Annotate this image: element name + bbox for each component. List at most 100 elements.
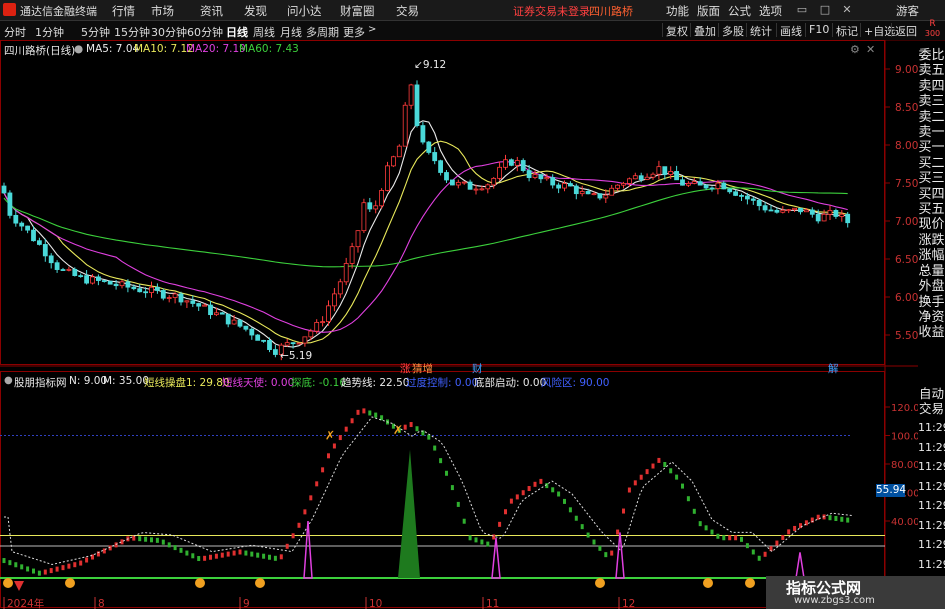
corner-label-300: 300 [924, 29, 941, 38]
event-tag-cai[interactable]: 财 [472, 361, 483, 376]
candle-body-77 [455, 181, 461, 186]
biaoji-button[interactable]: 标记 [832, 23, 858, 38]
close-panel-icon[interactable]: ✕ [866, 43, 875, 56]
candlesticks [1, 80, 851, 361]
period-monthly[interactable]: 月线 [280, 24, 302, 40]
minimize-icon[interactable]: ▭ [795, 3, 809, 16]
event-tag-zhang[interactable]: 涨 [400, 361, 411, 376]
tongji-button[interactable]: 统计 [746, 23, 772, 38]
orderbook-item-16[interactable]: 换手 [918, 295, 945, 310]
param-short-angel: 短线天使: 0.00 [222, 377, 295, 389]
orderbook-item-18[interactable]: 收益 [918, 325, 945, 340]
close-icon[interactable]: ✕ [840, 3, 854, 16]
menu-gongneng[interactable]: 功能 [666, 3, 689, 19]
orderbook-item-13[interactable]: 涨幅 [918, 248, 945, 263]
panel-dropdown-icon[interactable]: ● [74, 43, 83, 55]
menu-faxian[interactable]: 发现 [244, 3, 267, 19]
orderbook-item-6[interactable]: 买一 [918, 140, 945, 155]
indicator-bar-58 [344, 426, 348, 432]
buy-signal-1 [65, 578, 75, 588]
add-watchlist-button[interactable]: +自选 [860, 23, 895, 38]
period-more[interactable]: 更多 [343, 24, 365, 40]
orderbook-item-8[interactable]: 买三 [918, 171, 945, 186]
candle-body-128 [756, 200, 762, 207]
candle-body-119 [703, 184, 709, 189]
indicator-bar-77 [456, 501, 460, 507]
settings-gear-icon[interactable]: ⚙ [850, 43, 860, 56]
menu-banmian[interactable]: 版面 [697, 3, 720, 19]
indicator-dropdown-icon[interactable]: ● [4, 375, 13, 386]
period-15min[interactable]: 15分钟 [114, 24, 150, 40]
period-60min[interactable]: 60分钟 [187, 24, 223, 40]
kline-chart[interactable]: 9.008.508.007.507.006.506.005.50 ✗ ✗ 120.… [0, 40, 918, 609]
fuquan-button[interactable]: 复权 [662, 23, 688, 38]
duogu-button[interactable]: 多股 [718, 23, 744, 38]
f10-button[interactable]: F10 [805, 23, 829, 37]
candle-body-4 [25, 225, 31, 231]
candle-body-115 [680, 179, 685, 186]
candle-body-40 [237, 319, 243, 327]
orderbook-item-0[interactable]: 委比 [918, 48, 945, 63]
maximize-icon[interactable]: □ [818, 3, 832, 16]
period-5min[interactable]: 5分钟 [81, 24, 110, 40]
event-tag-jie[interactable]: 解 [828, 361, 839, 376]
orderbook-item-14[interactable]: 总量 [918, 264, 945, 279]
menu-hangqing[interactable]: 行情 [112, 3, 135, 19]
indicator-bar-5 [32, 568, 35, 574]
indicator-bar-95 [563, 498, 566, 504]
back-button[interactable]: 返回 [891, 23, 917, 38]
orderbook-item-9[interactable]: 买四 [918, 187, 945, 202]
huaxian-button[interactable]: 画线 [776, 23, 802, 38]
period-weekly[interactable]: 周线 [253, 24, 275, 40]
orderbook-item-7[interactable]: 买二 [918, 156, 945, 171]
orderbook-item-15[interactable]: 外盘 [918, 279, 945, 294]
menu-wenxiaoda[interactable]: 问小达 [287, 3, 322, 19]
candle-body-104 [615, 184, 620, 189]
indicator-bar-143 [846, 517, 850, 523]
candle-body-98 [579, 191, 585, 195]
diejia-button[interactable]: 叠加 [690, 23, 716, 38]
indicator-bar-125 [740, 536, 743, 542]
orderbook-item-12[interactable]: 涨跌 [918, 233, 945, 248]
menu-xuanxiang[interactable]: 选项 [759, 3, 782, 19]
main-panel-title: 四川路桥(日线) [4, 45, 76, 57]
candle-body-57 [337, 281, 343, 295]
ind-tick-label-1: 100.0 [891, 432, 918, 443]
orderbook-item-10[interactable]: 买五 [918, 202, 945, 217]
period-daily[interactable]: 日线 [226, 24, 248, 40]
sidebar-lower-item-1[interactable]: 交易 [918, 401, 945, 416]
trade-login-warning[interactable]: 证券交易未登录 [513, 3, 590, 19]
indicator-bar-48 [285, 543, 289, 549]
chevron-right-icon[interactable]: > [368, 24, 376, 35]
orderbook-item-1[interactable]: 卖五 [918, 63, 945, 78]
orderbook-item-3[interactable]: 卖三 [918, 94, 945, 109]
buy-signal-4 [595, 578, 605, 588]
period-fenshi[interactable]: 分时 [4, 24, 26, 40]
orderbook-item-11[interactable]: 现价 [918, 217, 945, 232]
orderbook-item-17[interactable]: 净资 [918, 310, 945, 325]
indicator-bar-38 [226, 551, 230, 557]
orderbook-item-2[interactable]: 卖四 [918, 79, 945, 94]
indicator-bar-114 [675, 474, 679, 480]
period-1min[interactable]: 1分钟 [35, 24, 64, 40]
menu-jiaoyi[interactable]: 交易 [396, 3, 419, 19]
period-30min[interactable]: 30分钟 [151, 24, 187, 40]
indicator-bar-49 [291, 533, 295, 539]
user-label[interactable]: 游客 [896, 3, 919, 19]
sidebar-lower-item-0[interactable]: 自动 [918, 386, 945, 401]
indicator-bar-14 [85, 557, 89, 563]
menu-caifuquan[interactable]: 财富圈 [340, 3, 375, 19]
candle-body-14 [84, 275, 89, 284]
orderbook-item-5[interactable]: 卖一 [918, 125, 945, 140]
indicator-name[interactable]: 股朋指标网 [14, 375, 67, 390]
indicator-bar-33 [197, 556, 201, 562]
period-multi[interactable]: 多周期 [306, 24, 339, 40]
orderbook-item-4[interactable]: 卖二 [918, 110, 945, 125]
menu-gongshi[interactable]: 公式 [728, 3, 751, 19]
event-tag-caizeng[interactable]: 猜增 [412, 361, 433, 376]
candle-body-36 [213, 312, 219, 316]
indicator-bar-6 [37, 570, 41, 576]
indicator-bar-36 [214, 553, 218, 559]
menu-zixun[interactable]: 资讯 [200, 3, 223, 19]
menu-shichang[interactable]: 市场 [151, 3, 174, 19]
